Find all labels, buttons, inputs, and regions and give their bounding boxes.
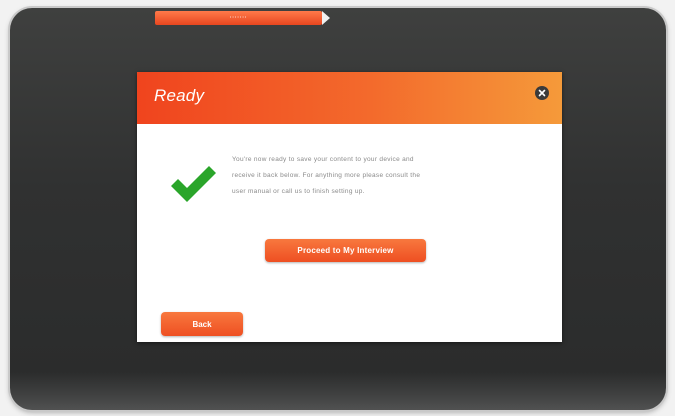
page: ······· Ready You're now ready to save y… bbox=[0, 0, 675, 416]
success-message: You're now ready to save your content to… bbox=[232, 152, 522, 200]
progress-strip: ······· bbox=[155, 11, 330, 25]
dialog-title: Ready bbox=[154, 86, 205, 105]
ready-dialog: Ready You're now ready to save your cont… bbox=[137, 72, 562, 342]
progress-label: ······· bbox=[229, 15, 248, 21]
close-button[interactable] bbox=[535, 86, 549, 100]
checkmark-icon bbox=[171, 166, 216, 202]
progress-fill: ······· bbox=[155, 11, 322, 25]
proceed-button[interactable]: Proceed to My Interview bbox=[265, 239, 426, 262]
message-line: user manual or call us to finish setting… bbox=[232, 188, 365, 195]
progress-chevron-icon bbox=[322, 11, 330, 25]
tablet-device-frame: ······· Ready You're now ready to save y… bbox=[10, 8, 666, 410]
close-icon bbox=[538, 89, 546, 97]
back-button[interactable]: Back bbox=[161, 312, 243, 336]
message-line: You're now ready to save your content to… bbox=[232, 156, 414, 163]
dialog-header: Ready bbox=[137, 72, 562, 124]
message-line: receive it back below. For anything more… bbox=[232, 172, 421, 179]
